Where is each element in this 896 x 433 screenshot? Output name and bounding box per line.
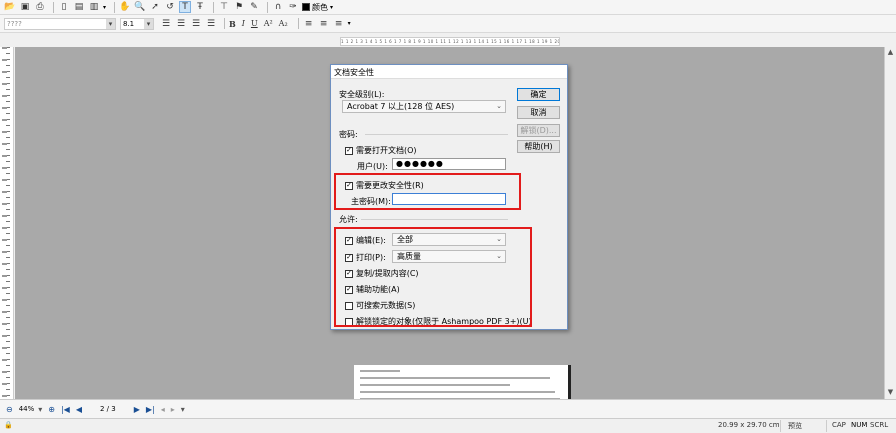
user-password-label: 用户(U): — [357, 162, 388, 171]
text-line — [360, 370, 400, 372]
underline-button[interactable]: U — [251, 19, 258, 28]
page-properties-icon[interactable]: ▥ — [88, 1, 100, 13]
toolbar-separator — [114, 1, 116, 13]
page-size: 20.99 x 29.70 cm — [718, 421, 780, 429]
text-edit-icon[interactable]: Ŧ — [194, 1, 206, 13]
horizontal-ruler: 1 1 2 1 3 1 4 1 5 1 6 1 7 1 8 1 9 1 10 1… — [340, 37, 560, 46]
zoom-in-icon[interactable]: ⊕ — [48, 405, 55, 414]
rotate-icon[interactable]: ↺ — [164, 1, 176, 13]
vertical-ruler — [0, 47, 14, 399]
vertical-scrollbar[interactable]: ▲ ▼ — [884, 47, 896, 399]
main-toolbar: 📂 ▣ ⎙ ▯ ▤ ▥ ▾ ✋ 🔍 ➚ ↺ T Ŧ ⊤ ⚑ ✎ ∩ ✑ 颜色 ▾ — [0, 0, 896, 15]
security-level-value: Acrobat 7 以上(128 位 AES) — [347, 102, 455, 111]
reset-button[interactable]: 解锁(D)... — [517, 124, 560, 137]
toolbar-separator — [224, 18, 225, 29]
help-button[interactable]: 帮助(H) — [517, 140, 560, 153]
stamp-icon[interactable]: ⚑ — [233, 1, 245, 13]
print-icon[interactable]: ⎙ — [34, 1, 46, 13]
curve-icon[interactable]: ∩ — [272, 1, 284, 13]
paragraph-spacing-icon[interactable]: ≡ — [318, 18, 330, 30]
require-open-password-label: 需要打开文档(O) — [356, 146, 417, 155]
italic-button[interactable]: I — [242, 19, 245, 28]
lock-icon[interactable]: 🔒 — [4, 421, 13, 429]
highlight-box-master-password — [334, 173, 521, 210]
scroll-down-icon[interactable]: ▼ — [885, 388, 896, 398]
chevron-down-icon[interactable]: ▾ — [330, 4, 333, 11]
previous-page-icon[interactable]: ◀ — [76, 405, 82, 414]
select-arrow-icon[interactable]: ➚ — [149, 1, 161, 13]
bold-button[interactable]: B — [229, 19, 236, 29]
security-level-label: 安全级别(L): — [339, 90, 385, 99]
forward-icon[interactable]: ▸ — [171, 405, 175, 414]
color-label[interactable]: 颜色 — [312, 2, 328, 13]
save-icon[interactable]: ▣ — [19, 1, 31, 13]
require-open-password-checkbox[interactable]: ✓ 需要打开文档(O) — [345, 145, 417, 156]
line-spacing-icon[interactable]: ≡ — [303, 18, 315, 30]
color-swatch[interactable] — [302, 3, 311, 11]
caps-indicator: CAP — [832, 421, 846, 429]
status-divider — [780, 420, 781, 432]
user-password-input[interactable]: ●●●●●● — [392, 158, 506, 170]
password-group-label: 密码: — [339, 130, 358, 139]
checkmark-icon: ✓ — [345, 146, 353, 155]
chevron-down-icon[interactable]: ▾ — [181, 405, 185, 414]
text-tool-icon[interactable]: T — [179, 1, 192, 13]
page-icon[interactable]: ▯ — [58, 1, 70, 13]
font-size-combo[interactable]: 8.1 — [120, 17, 154, 30]
toolbar-separator — [53, 1, 54, 13]
chevron-down-icon[interactable]: ▾ — [348, 20, 351, 27]
navigation-bar: ⊖ 44% ▾ ⊕ |◀ ◀ 2 / 3 ▶ ▶| ◂ ▸ ▾ — [0, 399, 896, 418]
zoom-tool-icon[interactable]: 🔍 — [134, 1, 146, 13]
back-icon[interactable]: ◂ — [161, 405, 165, 414]
text-line — [360, 377, 550, 379]
group-divider — [365, 134, 508, 135]
eyedropper-icon[interactable]: ✑ — [287, 1, 299, 13]
page-indicator[interactable]: 2 / 3 — [100, 405, 116, 413]
toolbar-separator — [297, 18, 299, 29]
text-line — [360, 391, 555, 393]
chevron-down-icon[interactable]: ▾ — [38, 405, 42, 414]
highlighter-icon[interactable]: ✎ — [248, 1, 260, 13]
indent-icon[interactable]: ≡ — [333, 18, 345, 30]
scroll-indicator: SCRL — [870, 421, 889, 429]
align-right-icon[interactable]: ☰ — [190, 18, 202, 30]
status-bar: 🔒 20.99 x 29.70 cm 预览 CAP NUM SCRL — [0, 418, 896, 433]
allow-group-label: 允许: — [339, 215, 358, 224]
scroll-up-icon[interactable]: ▲ — [885, 48, 896, 58]
zoom-level[interactable]: 44% — [19, 405, 35, 413]
chevron-down-icon: ⌄ — [496, 102, 502, 110]
hand-tool-icon[interactable]: ✋ — [119, 1, 131, 13]
dialog-title: 文档安全性 — [334, 68, 374, 77]
align-justify-icon[interactable]: ☰ — [205, 18, 217, 30]
zoom-out-icon[interactable]: ⊖ — [6, 405, 13, 414]
align-center-icon[interactable]: ☰ — [175, 18, 187, 30]
document-security-dialog: 文档安全性 安全级别(L): Acrobat 7 以上(128 位 AES) ⌄… — [330, 64, 568, 330]
security-level-select[interactable]: Acrobat 7 以上(128 位 AES) ⌄ — [342, 100, 506, 113]
chevron-down-icon[interactable]: ▾ — [103, 4, 106, 11]
pin-icon[interactable]: ⊤ — [218, 1, 230, 13]
next-page-icon[interactable]: ▶ — [134, 405, 140, 414]
cancel-button[interactable]: 取消 — [517, 106, 560, 119]
font-combo[interactable]: ???? — [4, 17, 116, 30]
num-indicator: NUM — [851, 421, 868, 429]
status-divider — [826, 420, 827, 432]
align-left-icon[interactable]: ☰ — [160, 18, 172, 30]
text-line — [360, 384, 510, 386]
ok-button[interactable]: 确定 — [517, 88, 560, 101]
view-mode: 预览 — [788, 422, 802, 430]
first-page-icon[interactable]: |◀ — [61, 405, 70, 414]
format-toolbar: ???? 8.1 ☰ ☰ ☰ ☰ B I U A² A₂ ≡ ≡ ≡ ▾ — [0, 15, 896, 33]
page-setup-icon[interactable]: ▤ — [73, 1, 85, 13]
subscript-button[interactable]: A₂ — [279, 19, 288, 28]
group-divider — [361, 219, 508, 220]
open-folder-icon[interactable]: 📂 — [4, 1, 16, 13]
toolbar-separator — [267, 1, 269, 13]
highlight-box-permissions — [334, 227, 532, 327]
superscript-button[interactable]: A² — [264, 19, 273, 28]
toolbar-separator — [213, 1, 215, 13]
last-page-icon[interactable]: ▶| — [146, 405, 155, 414]
